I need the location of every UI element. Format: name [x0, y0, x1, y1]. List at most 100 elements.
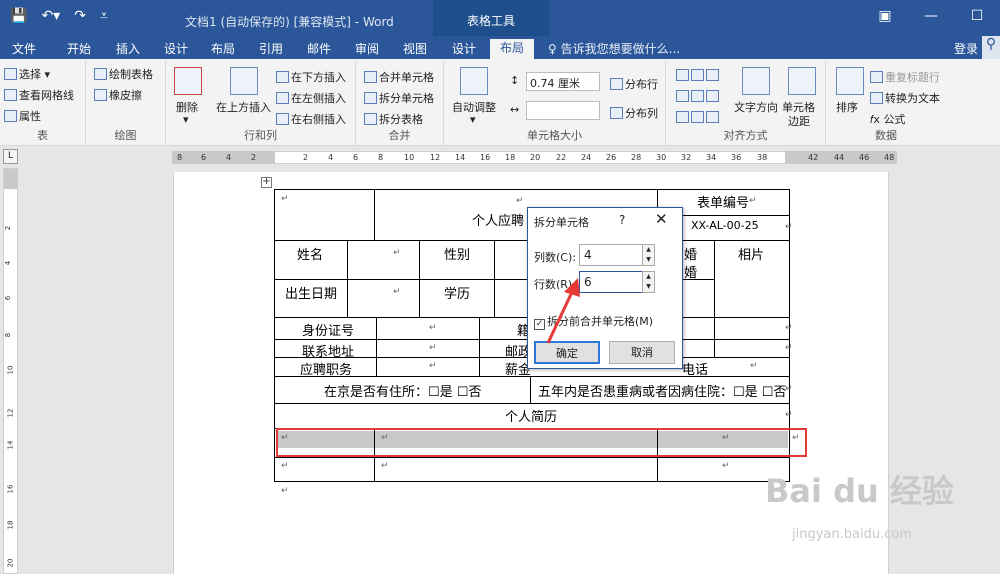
draw-table-button[interactable]: 绘制表格 — [94, 66, 153, 82]
tab-home[interactable]: 开始 — [67, 40, 91, 57]
align-top-center-icon[interactable] — [691, 69, 704, 81]
merge-before-split-checkbox[interactable]: ✓ 拆分前合并单元格(M) — [534, 313, 653, 330]
sort-button[interactable]: 排序 — [836, 99, 858, 115]
minimize-icon[interactable]: — — [908, 0, 954, 36]
repeat-header-button[interactable]: 重复标题行 — [870, 69, 940, 85]
insert-left-button[interactable]: 在左侧插入 — [276, 90, 346, 106]
rows-input[interactable]: 6 — [579, 271, 643, 293]
insert-above-button[interactable]: 在上方插入 — [216, 99, 271, 115]
columns-spinner[interactable]: ▲ ▼ — [642, 244, 655, 266]
paragraph-mark: ↵ — [393, 287, 401, 297]
split-cells-icon — [364, 92, 377, 104]
redo-icon[interactable]: ↷ — [74, 8, 86, 24]
tab-references[interactable]: 引用 — [259, 40, 283, 57]
eraser-button[interactable]: 橡皮擦 — [94, 87, 142, 103]
group-alignment: 文字方向 单元格 边距 对齐方式 — [666, 61, 826, 145]
distribute-cols-button[interactable]: 分布列 — [610, 105, 658, 121]
row-height-spinner[interactable]: 0.74 厘米 — [526, 72, 600, 91]
ruler-number: 6 — [201, 153, 207, 162]
autofit-dropdown-icon[interactable]: ▾ — [470, 113, 476, 126]
align-grid-row3[interactable] — [676, 111, 721, 124]
group-label-draw: 绘图 — [114, 129, 137, 142]
align-bottom-left-icon[interactable] — [676, 111, 689, 123]
col-width-spinner[interactable] — [526, 101, 600, 120]
merge-cells-button[interactable]: 合并单元格 — [364, 69, 434, 85]
align-top-right-icon[interactable] — [706, 69, 719, 81]
insert-right-button[interactable]: 在右侧插入 — [276, 111, 346, 127]
view-gridlines-button[interactable]: 查看网格线 — [4, 87, 74, 103]
tell-me-box[interactable]: ♀ 告诉我您想要做什么... — [548, 40, 680, 57]
rows-spinner[interactable]: ▲ ▼ — [642, 271, 655, 293]
tab-table-layout[interactable]: 布局 — [490, 39, 535, 59]
select-button[interactable]: 选择 ▾ — [4, 66, 50, 82]
formula-button[interactable]: 𝑓x 公式 — [870, 111, 905, 127]
maximize-icon[interactable]: ☐ — [954, 0, 1000, 36]
ribbon: 选择 ▾ 查看网格线 属性 表 绘制表格 橡皮擦 绘图 删除 ▾ 在上方插入 在… — [0, 59, 1000, 146]
align-middle-left-icon[interactable] — [676, 90, 689, 102]
tab-table-design[interactable]: 设计 — [452, 40, 476, 57]
group-draw: 绘制表格 橡皮擦 绘图 — [86, 61, 166, 145]
split-table-button[interactable]: 拆分表格 — [364, 111, 423, 127]
convert-to-text-button[interactable]: 转换为文本 — [870, 90, 940, 106]
title-bar: 💾 ↶▾ ↷ ⩡ 文档1 (自动保存的) [兼容模式] - Word 表格工具 … — [0, 0, 1000, 36]
group-label-data: 数据 — [875, 129, 897, 142]
insert-below-button[interactable]: 在下方插入 — [276, 69, 346, 85]
repeat-header-icon — [870, 71, 883, 83]
checkbox-checked-icon[interactable]: ✓ — [534, 319, 545, 330]
ruler-number: 28 — [631, 153, 642, 162]
close-icon[interactable]: ✕ — [655, 210, 668, 228]
tab-selector[interactable]: L — [3, 149, 18, 164]
ribbon-display-icon[interactable]: ▣ — [862, 0, 908, 36]
align-grid-row2[interactable] — [676, 90, 721, 103]
convert-text-icon — [870, 92, 883, 104]
split-cells-button[interactable]: 拆分单元格 — [364, 90, 434, 106]
ruler-number: 24 — [581, 153, 592, 162]
word-window: 💾 ↶▾ ↷ ⩡ 文档1 (自动保存的) [兼容模式] - Word 表格工具 … — [0, 0, 1000, 574]
vertical-ruler-margin — [4, 169, 17, 189]
align-bottom-center-icon[interactable] — [691, 111, 704, 123]
align-middle-right-icon[interactable] — [706, 90, 719, 102]
horizontal-ruler[interactable]: L 8 6 4 2 2 4 6 8 10 12 14 16 18 20 22 24 26 28 30 32 34 36 38… — [0, 146, 1000, 168]
paragraph-mark: ↵ — [785, 384, 793, 394]
paragraph-mark: ↵ — [281, 486, 289, 496]
ribbon-tab-bar: 文件 开始 插入 设计 布局 引用 邮件 审阅 视图 设计 布局 ♀ 告诉我您想… — [0, 36, 1000, 59]
ruler-number: 20 — [530, 153, 541, 162]
vertical-ruler[interactable]: 2 4 6 8 10 12 14 16 18 20 — [3, 168, 18, 574]
save-icon[interactable]: 💾 — [10, 8, 27, 24]
align-center-icon[interactable] — [691, 90, 704, 102]
properties-button[interactable]: 属性 — [4, 108, 41, 124]
vertical-ruler-number: 16 — [6, 484, 15, 494]
table-tools-context-title: 表格工具 — [433, 0, 549, 36]
rows-label: 行数(R): — [534, 278, 576, 291]
align-grid-row1[interactable] — [676, 69, 721, 82]
paragraph-mark: ↵ — [429, 343, 437, 353]
text-direction-icon — [742, 67, 770, 95]
cell-margins-icon — [788, 67, 816, 95]
align-top-left-icon[interactable] — [676, 69, 689, 81]
tab-file[interactable]: 文件 — [12, 40, 36, 57]
select-icon — [4, 68, 17, 80]
text-direction-button[interactable]: 文字方向 — [734, 99, 778, 115]
paragraph-mark: ↵ — [750, 361, 758, 371]
tab-view[interactable]: 视图 — [403, 40, 427, 57]
tab-insert[interactable]: 插入 — [116, 40, 140, 57]
columns-input[interactable]: 4 — [579, 244, 643, 266]
tab-review[interactable]: 审阅 — [355, 40, 379, 57]
undo-icon[interactable]: ↶▾ — [41, 8, 60, 24]
tab-mailings[interactable]: 邮件 — [307, 40, 331, 57]
ok-button[interactable]: 确定 — [534, 341, 600, 364]
search-icon[interactable]: ⚲ — [982, 36, 1000, 59]
delete-dropdown-icon[interactable]: ▾ — [183, 113, 189, 126]
tab-design[interactable]: 设计 — [164, 40, 188, 57]
cancel-button[interactable]: 取消 — [609, 341, 675, 364]
align-bottom-right-icon[interactable] — [706, 111, 719, 123]
tab-page-layout[interactable]: 布局 — [211, 40, 235, 57]
help-button[interactable]: ? — [619, 213, 625, 227]
ruler-number: 10 — [404, 153, 415, 162]
distribute-rows-button[interactable]: 分布行 — [610, 76, 658, 92]
merge-cells-icon — [364, 71, 377, 83]
login-link[interactable]: 登录 — [954, 40, 978, 57]
table-move-handle-icon[interactable]: + — [261, 177, 272, 188]
customize-qat-icon[interactable]: ⩡ — [100, 8, 108, 24]
ruler-number: 48 — [884, 153, 895, 162]
